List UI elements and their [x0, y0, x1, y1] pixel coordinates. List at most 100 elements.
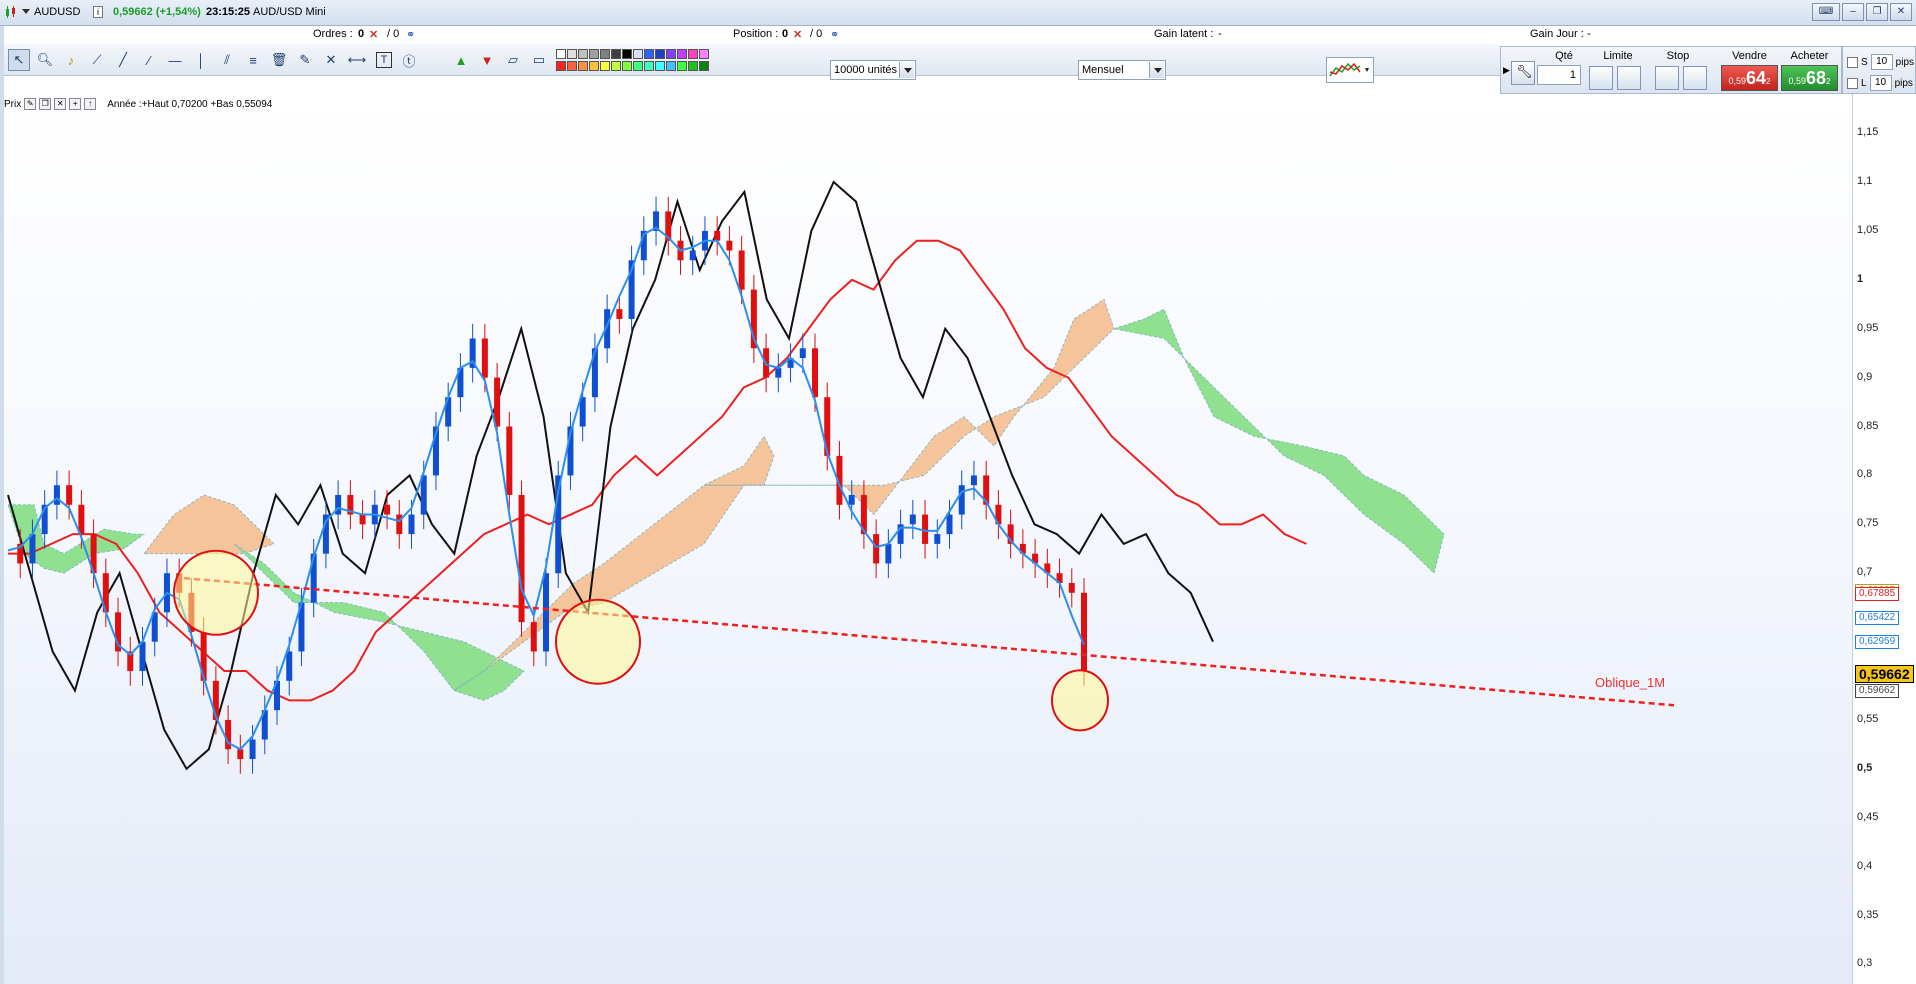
price-tick-label: 0,4 [1857, 859, 1873, 872]
restore-button[interactable]: ❐ [1866, 3, 1888, 21]
color-swatch[interactable] [600, 61, 610, 71]
period-select[interactable]: Mensuel [1078, 60, 1166, 80]
add-icon[interactable]: + [69, 98, 82, 110]
collapse-arrow-icon[interactable]: ▶ [1503, 65, 1510, 76]
color-swatch[interactable] [677, 49, 687, 59]
horizontal-line-icon[interactable]: — [164, 49, 186, 71]
color-swatch[interactable] [666, 49, 676, 59]
text-icon[interactable]: T [376, 52, 392, 68]
close-position-icon[interactable]: ✕ [793, 28, 802, 41]
latent-gain-value: - [1218, 28, 1222, 40]
color-swatch[interactable] [589, 61, 599, 71]
color-swatch[interactable] [655, 61, 665, 71]
shape-icon[interactable]: ▭ [528, 49, 550, 71]
sell-arrow-icon[interactable]: ▼ [476, 49, 498, 71]
wrench-icon[interactable]: ✎ [24, 98, 37, 110]
candle-body [738, 250, 745, 290]
title-bar: AUDUSD i 0,59662 (+1,54%) 23:15:25 AUD/U… [0, 0, 1916, 26]
color-swatch[interactable] [644, 61, 654, 71]
color-swatch[interactable] [578, 61, 588, 71]
close-icon[interactable]: ✕ [54, 98, 67, 110]
window-icon[interactable]: ❐ [39, 98, 52, 110]
rectangle-icon[interactable]: ▱ [502, 49, 524, 71]
price-legend-label[interactable]: Prix [4, 99, 21, 110]
color-swatch[interactable] [699, 49, 709, 59]
alert-bell-icon[interactable]: ♪ [60, 49, 82, 71]
info-icon[interactable]: i [93, 6, 103, 18]
buy-arrow-icon[interactable]: ▲ [450, 49, 472, 71]
vertical-line-icon[interactable]: │ [190, 49, 212, 71]
symbol-label[interactable]: AUDUSD [34, 6, 80, 18]
cancel-orders-icon[interactable]: ✕ [369, 28, 378, 41]
color-swatch[interactable] [567, 49, 577, 59]
orders-total: / 0 [387, 28, 400, 40]
wrench-icon[interactable]: 🔧︎ [1511, 61, 1535, 85]
color-swatch[interactable] [556, 49, 566, 59]
text-circle-icon[interactable]: ⓣ [398, 49, 420, 71]
ray-icon[interactable]: ⁄ [138, 49, 160, 71]
stop-pips-input[interactable]: 10 [1870, 54, 1893, 70]
ruler-icon[interactable]: ⟋ [86, 49, 108, 71]
settings-icon[interactable]: ✎ [294, 49, 316, 71]
trash-icon[interactable]: 🗑︎ [268, 49, 290, 71]
limit-pips-input[interactable]: 10 [1869, 75, 1892, 91]
color-swatch[interactable] [699, 61, 709, 71]
limit-sell-button[interactable] [1617, 66, 1641, 90]
minimize-button[interactable]: – [1842, 3, 1864, 21]
link-icon[interactable]: ⚭ [830, 28, 839, 41]
color-swatch[interactable] [622, 49, 632, 59]
chart-canvas[interactable] [4, 94, 1852, 984]
indicators-button[interactable] [1326, 57, 1374, 83]
stop-checkbox[interactable] [1847, 56, 1858, 68]
link-icon[interactable]: ⚭ [406, 28, 415, 41]
limit-checkbox[interactable] [1847, 77, 1858, 89]
price-axis[interactable]: 1,15 1,1 1,05 1 0,95 0,9 0,85 0,8 0,75 0,7 0,55 0,5… [1852, 94, 1916, 984]
orders-count: 0 [358, 28, 365, 40]
color-swatch[interactable] [633, 49, 643, 59]
units-select[interactable]: 10000 unités [830, 60, 916, 80]
pointer-icon[interactable]: ↖ [8, 49, 30, 71]
color-swatch[interactable] [677, 61, 687, 71]
candle-body [518, 494, 525, 623]
oblique-trendline-label[interactable]: Oblique_1M [1595, 675, 1665, 690]
up-arrow-icon[interactable]: ↑ [84, 98, 97, 110]
sell-button[interactable]: 0,59 64 2 [1721, 65, 1778, 91]
color-swatch[interactable] [567, 61, 577, 71]
color-swatch[interactable] [655, 49, 665, 59]
fibonacci-icon[interactable]: ≡ [242, 49, 264, 71]
color-swatch[interactable] [578, 49, 588, 59]
color-swatch[interactable] [688, 61, 698, 71]
order-panel: ▶ 🔧︎ Qté Limite Stop Vendre 0,59 64 2 Ac… [1500, 46, 1842, 94]
limit-buy-button[interactable] [1589, 66, 1613, 90]
candle-body [384, 504, 391, 515]
chevron-down-icon[interactable] [899, 62, 914, 78]
price-tick-label: 0,95 [1857, 321, 1879, 334]
color-swatch[interactable] [644, 49, 654, 59]
chevron-down-icon[interactable] [22, 9, 30, 14]
color-swatch[interactable] [633, 61, 643, 71]
pips-unit: pips [1894, 77, 1913, 89]
close-button[interactable]: ✕ [1890, 3, 1912, 21]
stop-sell-button[interactable] [1683, 66, 1707, 90]
color-swatch[interactable] [556, 61, 566, 71]
color-swatch[interactable] [688, 49, 698, 59]
price-tick-label: 0,5 [1857, 761, 1873, 774]
stop-buy-button[interactable] [1655, 66, 1679, 90]
color-swatch[interactable] [589, 49, 599, 59]
color-swatch[interactable] [611, 61, 621, 71]
buy-button[interactable]: 0,59 68 2 [1781, 65, 1838, 91]
zoom-icon[interactable]: 🔍︎ [34, 49, 56, 71]
color-swatch[interactable] [666, 61, 676, 71]
color-swatch[interactable] [611, 49, 621, 59]
chevron-down-icon[interactable] [1149, 62, 1164, 78]
line-icon[interactable]: ╱ [112, 49, 134, 71]
arrow-icon[interactable]: ✕ [320, 49, 342, 71]
channel-icon[interactable]: ⫽ [216, 49, 238, 71]
price-chart[interactable]: Oblique_1M [4, 94, 1852, 984]
price-tick-label: 0,85 [1857, 419, 1879, 432]
segment-icon[interactable]: ⟷ [346, 49, 368, 71]
color-swatch[interactable] [600, 49, 610, 59]
color-swatch[interactable] [622, 61, 632, 71]
keyboard-icon[interactable]: ⌨ [1812, 3, 1840, 21]
qty-input[interactable] [1537, 65, 1581, 85]
